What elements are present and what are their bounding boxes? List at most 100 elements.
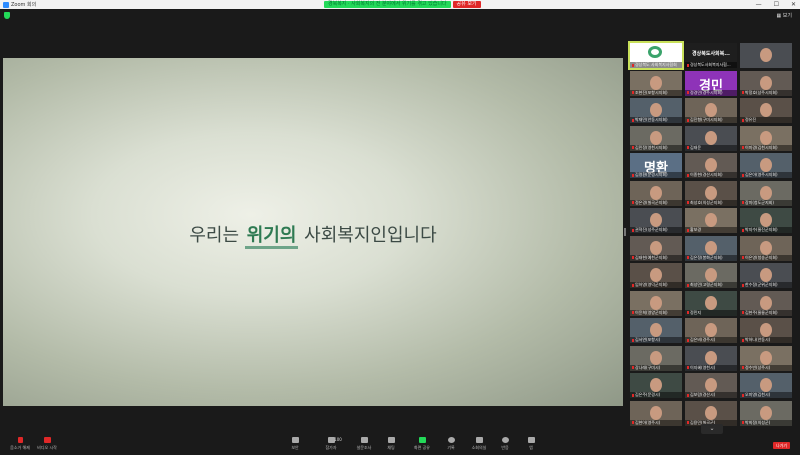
participant-tile[interactable]: 김서연(포항시) bbox=[630, 318, 682, 343]
share-screen-icon bbox=[418, 437, 426, 443]
participant-tile[interactable]: 김민정(영천시지회) bbox=[630, 125, 682, 151]
participant-tile[interactable]: 정은경(칠곡군지회) bbox=[630, 180, 682, 206]
participant-video-feed bbox=[705, 350, 717, 365]
view-button[interactable]: ▦ 보기 bbox=[776, 12, 792, 19]
participant-name: 박정호(상주시지회) bbox=[745, 89, 778, 95]
participant-tile[interactable]: 박희정(의성군) bbox=[740, 400, 792, 426]
participant-tile[interactable]: 황보경 bbox=[685, 208, 737, 233]
poll-button[interactable]: 설문조사 bbox=[352, 437, 376, 451]
mic-muted-icon bbox=[742, 118, 744, 122]
participant-tile[interactable]: 경민 정경민(경주시지회) bbox=[685, 70, 737, 96]
participant-tile[interactable]: 김은아(영주시지회) bbox=[740, 153, 792, 178]
participant-tile[interactable]: 한수정(군위군지회) bbox=[740, 263, 792, 288]
share-banner-message: 경북복지 · 사회복지의 전 분야에서 위기를 겪고 있습니다 bbox=[324, 0, 451, 8]
participant-tile[interactable]: 임하영(영덕군지회) bbox=[630, 263, 682, 288]
participant-tile[interactable]: 김태현(예천군지회) bbox=[630, 235, 682, 261]
participant-tile[interactable]: 정민지 bbox=[685, 290, 737, 316]
participant-tile[interactable]: 박재민(안동시지회) bbox=[630, 98, 682, 123]
unmute-button[interactable]: 음소거 해제 bbox=[6, 437, 34, 451]
close-button[interactable]: ✕ bbox=[791, 0, 796, 9]
gallery-scroll-down-button[interactable]: ⌄ bbox=[701, 424, 723, 434]
participant-name: 이미경(김천시지회) bbox=[745, 144, 778, 150]
participant-video-feed bbox=[760, 185, 772, 200]
reactions-button[interactable]: 반응 bbox=[498, 437, 512, 451]
mic-muted-icon bbox=[632, 256, 634, 259]
participant-tile[interactable]: 조현진(포항시지회) bbox=[630, 70, 682, 96]
participant-tile[interactable]: 박정호(상주시지회) bbox=[740, 70, 792, 96]
participant-video-feed bbox=[650, 240, 662, 255]
breakout-rooms-button[interactable]: 소회의실 bbox=[468, 437, 490, 451]
chat-button[interactable]: 채팅 bbox=[384, 437, 398, 451]
leave-meeting-button[interactable]: 나가기 bbox=[773, 442, 790, 449]
zoom-logo-icon bbox=[3, 1, 9, 8]
participant-tile[interactable]: 경상북도사회복... 경상북도사회복지사협... bbox=[685, 43, 737, 68]
mic-muted-icon bbox=[742, 256, 744, 259]
participant-tile[interactable]: 이은영(청송군지회) bbox=[740, 235, 792, 261]
start-video-button[interactable]: 비디오 시작 bbox=[34, 437, 60, 451]
participant-tile[interactable]: 김현아(영주시) bbox=[630, 400, 682, 426]
participant-video-feed bbox=[760, 378, 772, 392]
participant-tile[interactable]: 장미(청도군지회) bbox=[740, 180, 792, 206]
participant-tile[interactable]: 김진형(구미시지회) bbox=[685, 98, 737, 123]
participant-tile[interactable]: 박하나(안동시) bbox=[740, 318, 792, 343]
participant-name-label: 조현진(포항시지회) bbox=[630, 89, 682, 96]
participant-video-feed bbox=[650, 75, 662, 90]
participant-tile[interactable]: 최성호(의성군지회) bbox=[685, 180, 737, 206]
meeting-topbar: ▦ 보기 bbox=[0, 9, 800, 23]
participant-tile[interactable]: 김보람(경산시) bbox=[685, 373, 737, 398]
mic-muted-icon bbox=[687, 118, 689, 122]
participant-video-feed bbox=[760, 295, 772, 310]
participant-tile[interactable]: 최성민(고령군지회) bbox=[685, 263, 737, 288]
participant-video-feed bbox=[650, 295, 662, 310]
participant-tile[interactable]: 이윤희(영양군지회) bbox=[630, 290, 682, 316]
participant-tile[interactable]: 정수빈(상주시) bbox=[740, 345, 792, 371]
participant-display-name: 경상북도사회복... bbox=[692, 51, 730, 57]
mic-muted-icon bbox=[687, 146, 689, 149]
encryption-shield-icon[interactable] bbox=[4, 12, 10, 19]
participant-tile[interactable]: 정유진 bbox=[740, 98, 792, 123]
mic-muted-icon bbox=[687, 256, 689, 259]
participant-tile[interactable]: 김용민(칠곡군) bbox=[685, 400, 737, 426]
participant-video-feed bbox=[705, 323, 717, 337]
participant-tile[interactable]: 명환 김명환(문경시지회) bbox=[630, 153, 682, 178]
participant-tile[interactable]: 경상북도 사회복지사협회 bbox=[628, 41, 684, 70]
participant-tile[interactable]: 이종현(경산시지회) bbox=[685, 153, 737, 178]
mic-muted-icon bbox=[742, 338, 744, 342]
participant-tile[interactable]: 이지혜(영천시) bbox=[685, 345, 737, 371]
security-button[interactable]: 보안 bbox=[288, 437, 302, 451]
participant-video-feed bbox=[760, 268, 772, 282]
minimize-button[interactable]: — bbox=[756, 0, 762, 9]
participant-tile[interactable]: 박지수(울진군지회) bbox=[740, 208, 792, 233]
participant-name-label: 최성민(고령군지회) bbox=[685, 282, 737, 288]
participant-tile[interactable]: 권혁진(성주군지회) bbox=[630, 208, 682, 233]
view-share-button[interactable]: 공유 보기 bbox=[452, 0, 481, 8]
apps-button[interactable]: 앱 bbox=[524, 437, 538, 451]
share-screen-button[interactable]: 화면 공유 bbox=[410, 437, 434, 451]
participant-name-label: 정경민(경주시지회) bbox=[685, 89, 737, 96]
participant-tile[interactable]: 이미경(김천시지회) bbox=[740, 125, 792, 151]
record-button[interactable]: 기록 bbox=[444, 437, 458, 451]
participant-tile[interactable]: 김은주(문경시) bbox=[630, 373, 682, 398]
participant-tile[interactable]: 오미영(김천시) bbox=[740, 373, 792, 398]
slide-text: 우리는 위기의 사회복지인입니다 bbox=[3, 221, 623, 249]
participant-video-feed bbox=[705, 295, 717, 310]
participant-name: 정은경(칠곡군지회) bbox=[635, 199, 668, 205]
participant-tile[interactable]: 김은정(봉화군지회) bbox=[685, 235, 737, 261]
app-title: Zoom 회의 bbox=[3, 1, 36, 8]
panel-resize-handle[interactable] bbox=[624, 228, 626, 236]
meeting-toolbar: 음소거 해제 비디오 시작 보안 참가자 100 설문조사 채팅 화면 공유 기… bbox=[0, 436, 800, 455]
participant-video-feed bbox=[705, 268, 717, 282]
mic-muted-icon bbox=[687, 283, 689, 287]
participant-tile[interactable] bbox=[740, 43, 792, 68]
participant-name: 김태윤 bbox=[690, 144, 702, 150]
participant-tile[interactable]: 김태윤 bbox=[685, 125, 737, 151]
maximize-button[interactable]: ☐ bbox=[774, 0, 779, 9]
mic-muted-icon bbox=[687, 173, 689, 177]
participant-tile[interactable]: 강나래(구미시) bbox=[630, 345, 682, 371]
participant-tile[interactable]: 김은비(경주시) bbox=[685, 318, 737, 343]
mic-muted-icon bbox=[742, 283, 744, 287]
participant-name-label: 박희정(의성군) bbox=[740, 419, 792, 426]
participant-tile[interactable]: 김현주(울릉군지회) bbox=[740, 290, 792, 316]
apps-icon bbox=[527, 437, 535, 443]
participant-video-feed bbox=[650, 350, 662, 365]
